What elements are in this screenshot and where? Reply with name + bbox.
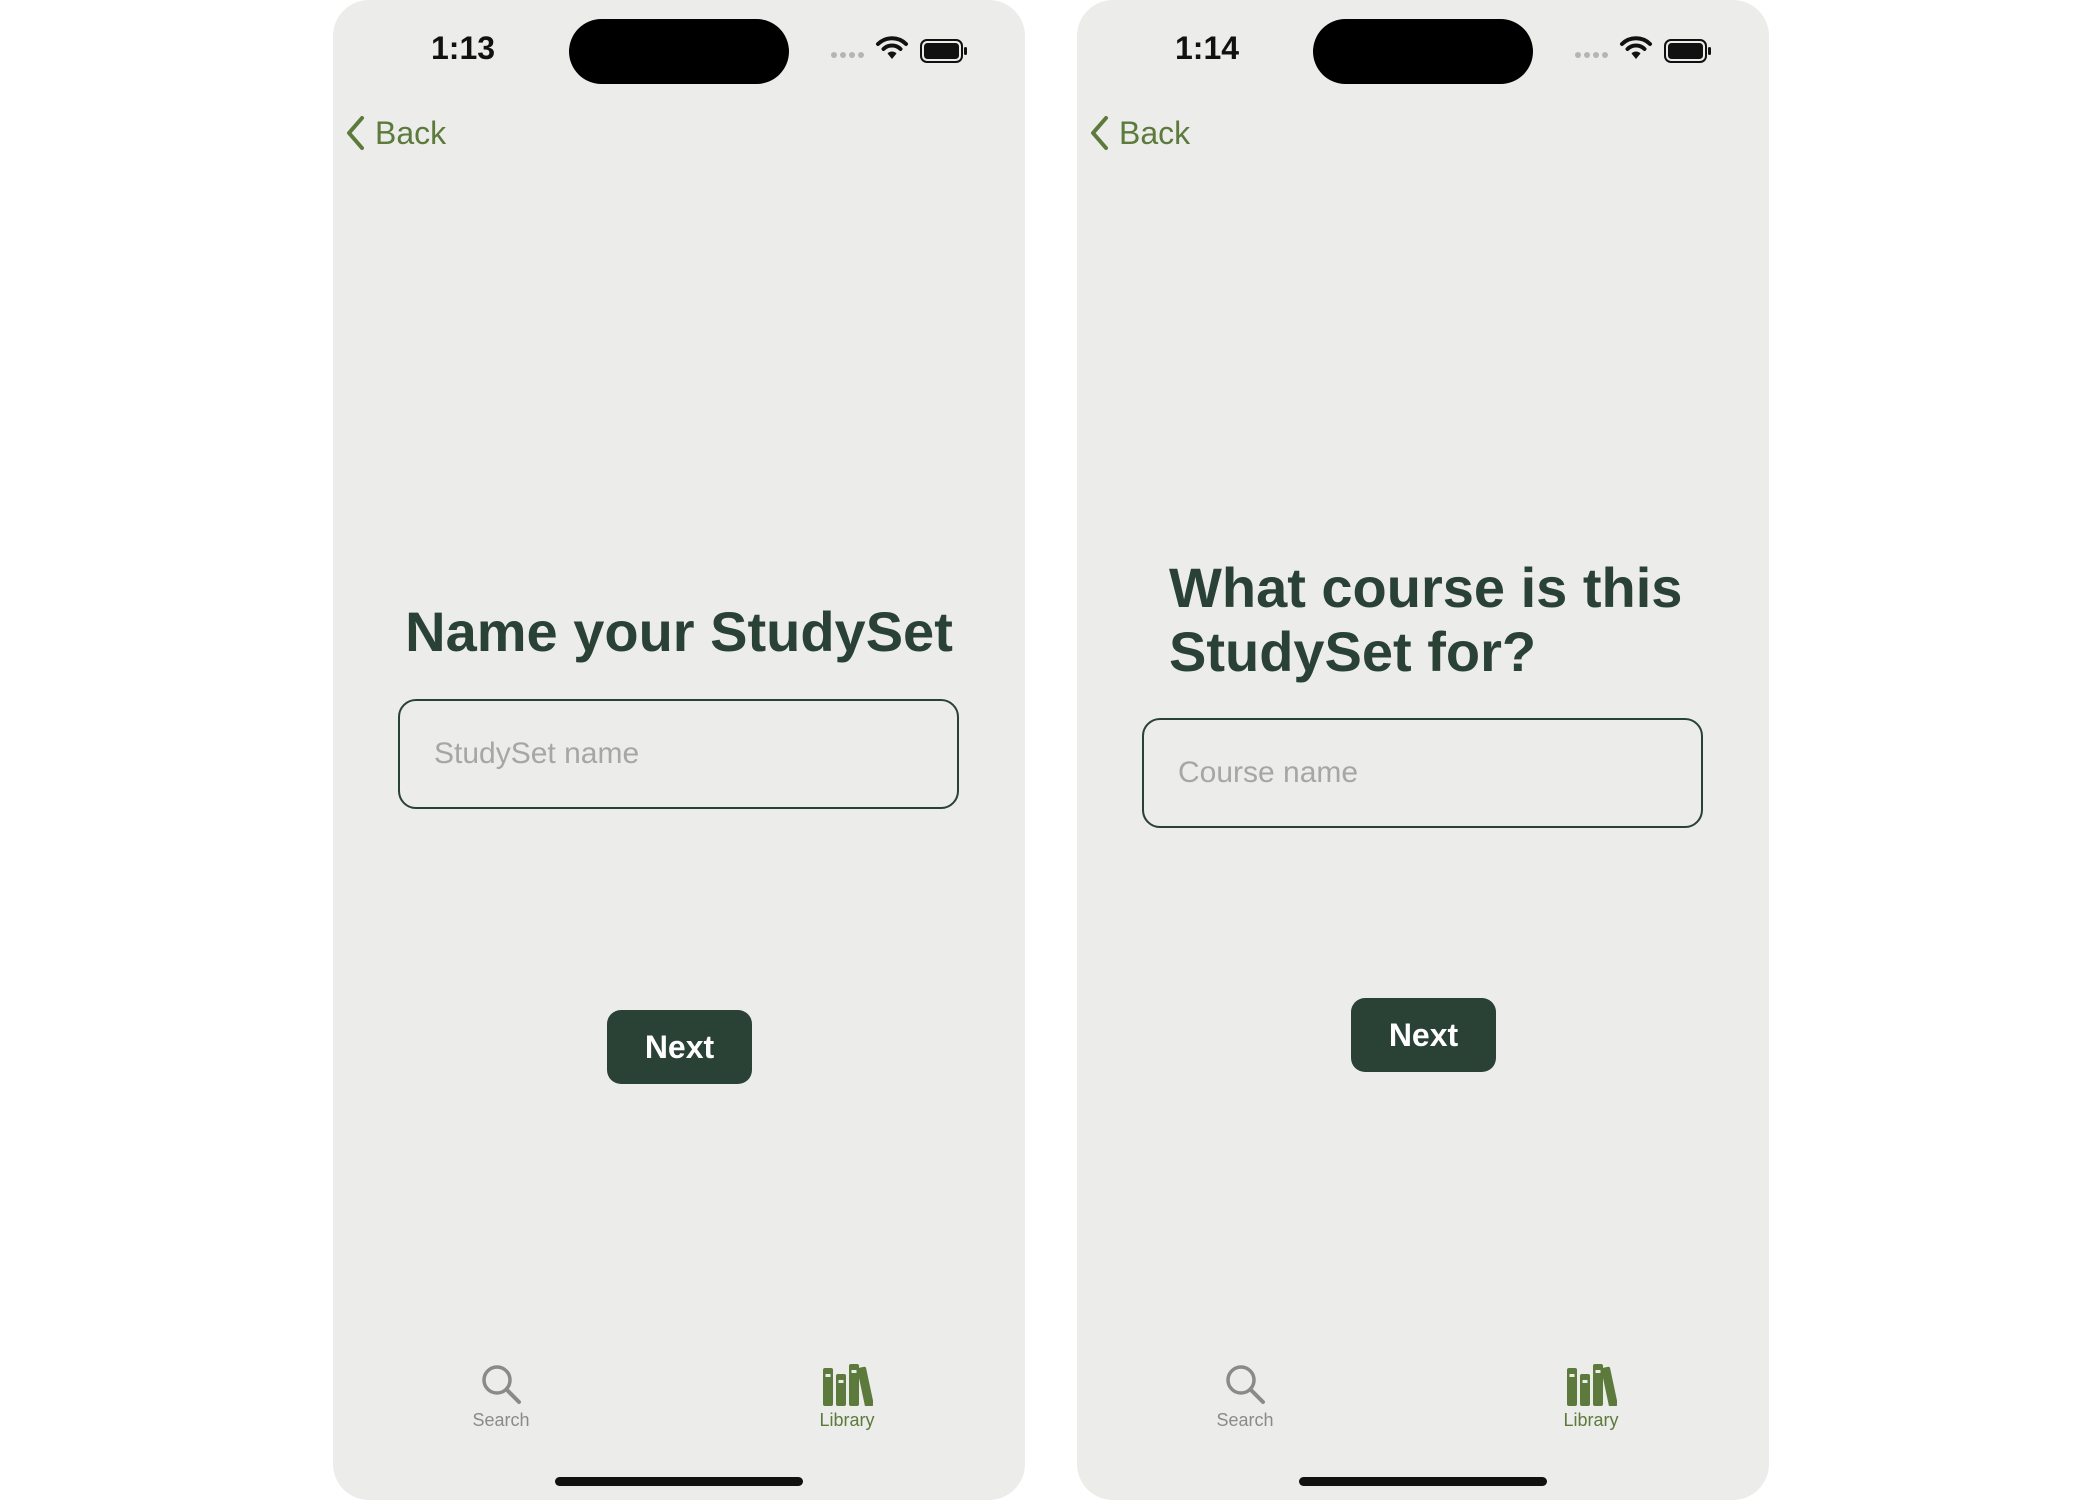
books-icon [1567,1364,1617,1406]
chevron-left-icon [1091,116,1108,150]
back-button[interactable]: Back [345,108,446,158]
next-button[interactable]: Next [607,1010,752,1084]
home-indicator [1299,1477,1547,1486]
back-label: Back [1119,114,1191,151]
tab-search[interactable]: Search [441,1362,561,1431]
course-name-input[interactable] [1142,718,1703,828]
studyset-name-input[interactable] [398,699,959,809]
chevron-left-icon [347,116,364,150]
status-time: 1:13 [431,30,496,66]
cellular-signal-icon [1575,52,1608,58]
dynamic-island [1313,19,1533,84]
search-icon [1226,1365,1265,1404]
phone-screen-1: 1:13 Back Name your StudySet Next Search [333,0,1025,1500]
back-button[interactable]: Back [1089,108,1190,158]
tab-search[interactable]: Search [1185,1362,1305,1431]
wifi-icon [876,36,908,59]
battery-icon [1664,39,1711,63]
tab-library[interactable]: Library [1531,1362,1651,1431]
phone-screen-2: 1:14 Back What course is this StudySet f… [1077,0,1769,1500]
tab-label: Search [472,1410,530,1430]
status-time: 1:14 [1175,30,1240,66]
page-title: What course is this StudySet for? [1169,556,1683,683]
battery-icon [920,39,967,63]
page-title: Name your StudySet [405,600,953,663]
tab-label: Library [1563,1410,1619,1430]
tab-label: Search [1216,1410,1274,1430]
dynamic-island [569,19,789,84]
back-label: Back [375,114,447,151]
books-icon [823,1364,873,1406]
tab-label: Library [819,1410,875,1430]
wifi-icon [1620,36,1652,59]
cellular-signal-icon [831,52,864,58]
tab-library[interactable]: Library [787,1362,907,1431]
home-indicator [555,1477,803,1486]
search-icon [482,1365,521,1404]
next-button[interactable]: Next [1351,998,1496,1072]
